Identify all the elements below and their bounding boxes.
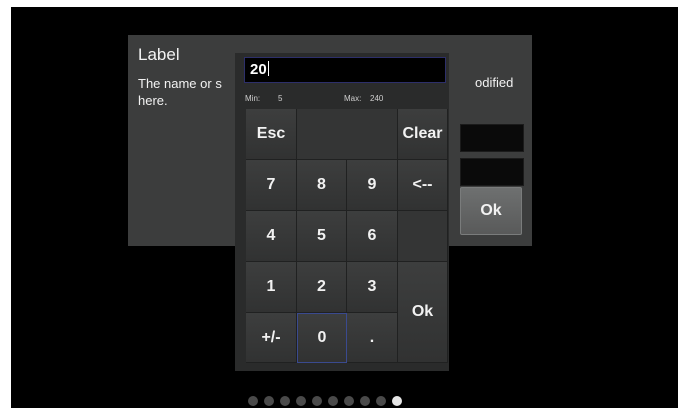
clear-key[interactable]: Clear [398,109,448,160]
sign-key[interactable]: +/- [246,313,297,363]
text-caret [267,61,269,76]
min-label: Min: [245,94,261,103]
number-input-value: 20 [250,61,267,78]
key-3[interactable]: 3 [347,262,398,313]
screen: Label The name or s here. odified Ok 20 … [11,7,678,408]
page-dot[interactable] [296,396,306,406]
page-dot[interactable] [280,396,290,406]
dark-field-2[interactable] [460,158,524,186]
key-8[interactable]: 8 [297,160,347,211]
key-1[interactable]: 1 [246,262,297,313]
dialog-description-line2: here. [138,93,168,108]
blank-key [297,109,398,160]
decimal-key[interactable]: . [347,313,398,363]
keypad-ok-key[interactable]: Ok [398,262,448,363]
key-6[interactable]: 6 [347,211,398,262]
dialog-description-right: odified [475,75,514,90]
page-dot[interactable] [264,396,274,406]
key-0[interactable]: 0 [297,313,347,363]
page-dot[interactable] [392,396,402,406]
numeric-keypad: 20 Min: 5 Max: 240 Esc Clear 7 8 9 <-- 4… [235,53,449,371]
blank-key-right [398,211,448,262]
page-dot[interactable] [344,396,354,406]
page-dot[interactable] [360,396,370,406]
page-dot[interactable] [376,396,386,406]
dialog-ok-button[interactable]: Ok [460,187,522,235]
page-dot[interactable] [328,396,338,406]
key-4[interactable]: 4 [246,211,297,262]
page-dot[interactable] [248,396,258,406]
key-7[interactable]: 7 [246,160,297,211]
esc-key[interactable]: Esc [246,109,297,160]
min-value: 5 [278,94,283,103]
key-9[interactable]: 9 [347,160,398,211]
max-value: 240 [370,94,384,103]
backspace-key[interactable]: <-- [398,160,448,211]
number-input[interactable]: 20 [244,57,446,83]
max-label: Max: [344,94,362,103]
dark-field-1[interactable] [460,124,524,152]
dialog-description-left: The name or s [138,76,222,91]
page-indicator [248,396,402,406]
key-5[interactable]: 5 [297,211,347,262]
dialog-title: Label [138,45,180,64]
key-2[interactable]: 2 [297,262,347,313]
page-dot[interactable] [312,396,322,406]
keypad-grid: Esc Clear 7 8 9 <-- 4 5 6 1 2 3 Ok +/- 0… [246,109,448,363]
